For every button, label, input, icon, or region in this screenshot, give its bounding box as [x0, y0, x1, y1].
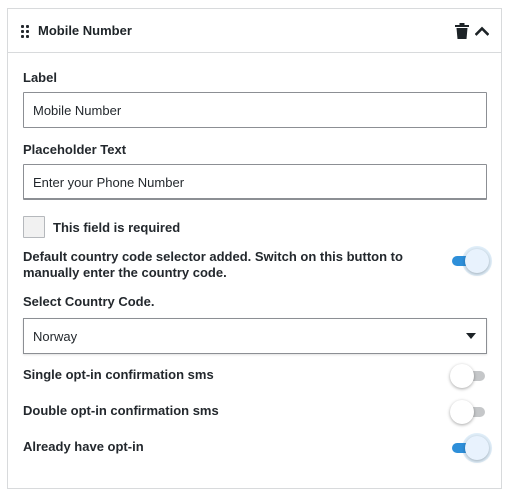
already-optin-label: Already have opt-in [23, 439, 144, 454]
required-checkbox[interactable] [23, 216, 45, 238]
already-optin-toggle[interactable] [451, 436, 489, 460]
country-select-label: Select Country Code. [23, 294, 155, 309]
country-select-value: Norway [33, 329, 78, 344]
field-settings-panel: Mobile Number Label Placeholder Text Thi… [7, 8, 502, 489]
placeholder-input[interactable] [23, 164, 487, 200]
double-optin-label: Double opt-in confirmation sms [23, 403, 219, 418]
chevron-up-icon[interactable] [475, 25, 489, 37]
placeholder-field-label: Placeholder Text [23, 142, 127, 157]
single-optin-label: Single opt-in confirmation sms [23, 367, 214, 382]
country-code-toggle-label: Default country code selector added. Swi… [23, 249, 403, 280]
caret-down-icon [466, 333, 476, 339]
required-checkbox-label: This field is required [53, 220, 181, 235]
country-code-toggle[interactable] [451, 249, 489, 273]
panel-header[interactable]: Mobile Number [8, 9, 501, 53]
panel-title: Mobile Number [38, 23, 132, 38]
double-optin-toggle[interactable] [450, 400, 487, 424]
trash-icon[interactable] [455, 23, 469, 39]
label-field-label: Label [23, 70, 57, 85]
country-code-select[interactable]: Norway [23, 318, 487, 354]
single-optin-toggle[interactable] [450, 364, 487, 388]
drag-handle-icon[interactable] [21, 25, 31, 38]
label-input[interactable] [23, 92, 487, 128]
